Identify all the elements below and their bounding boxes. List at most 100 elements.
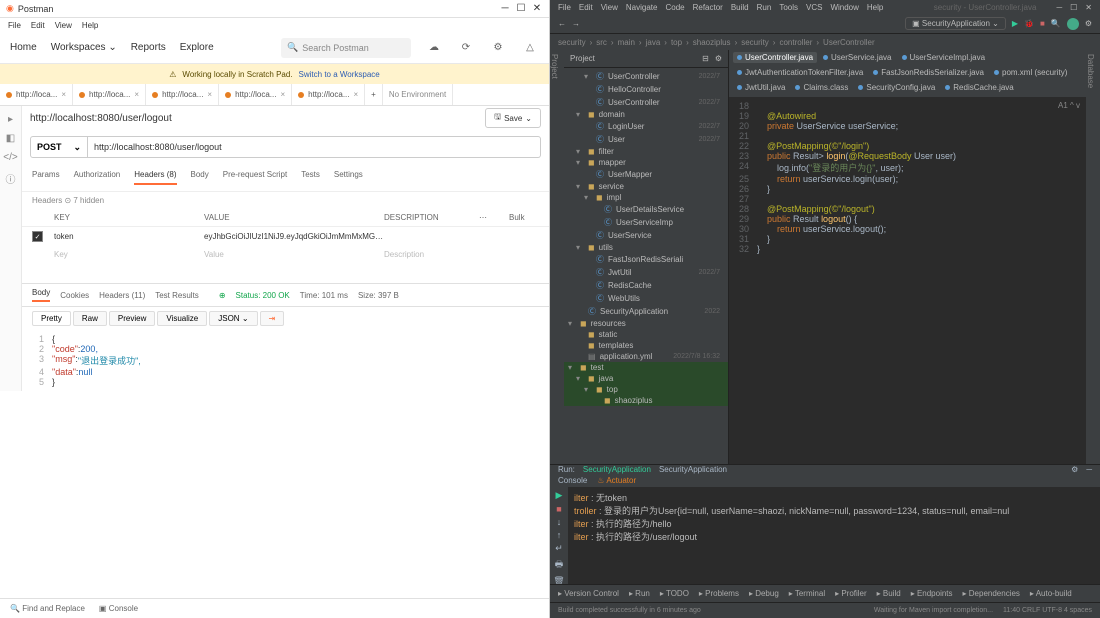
run-tab-console[interactable]: Console bbox=[558, 476, 587, 485]
bottom-tab[interactable]: ▸ Profiler bbox=[835, 589, 867, 598]
menu-vcs[interactable]: VCS bbox=[806, 3, 822, 12]
tree-item[interactable]: ⒸFastJsonRedisSeriali bbox=[564, 253, 728, 266]
tree-item[interactable]: ▾◼java bbox=[564, 373, 728, 384]
header-desc-placeholder[interactable]: Description bbox=[384, 250, 539, 259]
menu-code[interactable]: Code bbox=[665, 3, 684, 12]
search-icon[interactable]: 🔍 bbox=[1051, 19, 1061, 28]
new-tab-button[interactable]: + bbox=[365, 84, 383, 105]
bottom-tab[interactable]: ▸ Run bbox=[629, 589, 650, 598]
code-icon[interactable]: </> bbox=[3, 152, 17, 163]
tree-item[interactable]: ▾◼utils bbox=[564, 242, 728, 253]
header-key-input[interactable]: token bbox=[54, 232, 204, 241]
tree-item[interactable]: ⒸUserDetailsService bbox=[564, 203, 728, 216]
tree-item[interactable]: ▾◼service bbox=[564, 181, 728, 192]
maximize-icon[interactable]: ☐ bbox=[515, 3, 527, 14]
nav-reports[interactable]: Reports bbox=[131, 42, 166, 53]
gear-icon[interactable]: ⚙ bbox=[715, 54, 722, 63]
bottom-tab[interactable]: ▸ Endpoints bbox=[911, 589, 953, 598]
tab-authorization[interactable]: Authorization bbox=[74, 170, 121, 185]
code-editor[interactable]: A1 ^ v 1819 @Autowired20 private UserSer… bbox=[729, 97, 1086, 464]
wrap-icon[interactable]: ↵ bbox=[555, 543, 563, 554]
run-icon[interactable]: ▶ bbox=[1012, 19, 1018, 28]
console-button[interactable]: ▣ Console bbox=[99, 604, 138, 613]
tree-item[interactable]: ▾◼resources bbox=[564, 318, 728, 329]
notifications-icon[interactable]: △ bbox=[521, 39, 539, 57]
drawer-icon[interactable]: ▸ bbox=[8, 114, 13, 125]
tree-item[interactable]: ⒸUser2022/7 bbox=[564, 133, 728, 146]
menu-file[interactable]: File bbox=[558, 3, 571, 12]
view-pretty[interactable]: Pretty bbox=[32, 311, 71, 326]
request-tab[interactable]: http://loca...× bbox=[219, 84, 292, 105]
editor-tab[interactable]: SecurityConfig.java bbox=[854, 82, 939, 93]
nav-workspaces[interactable]: Workspaces ⌄ bbox=[51, 42, 117, 53]
bottom-tab[interactable]: ▸ Debug bbox=[749, 589, 779, 598]
menu-refactor[interactable]: Refactor bbox=[693, 3, 723, 12]
debug-icon[interactable]: 🐞 bbox=[1024, 19, 1034, 28]
find-replace-button[interactable]: 🔍 Find and Replace bbox=[10, 604, 85, 613]
lang-select[interactable]: JSON ⌄ bbox=[209, 311, 257, 326]
tree-item[interactable]: ▾◼domain bbox=[564, 109, 728, 120]
view-visualize[interactable]: Visualize bbox=[157, 311, 207, 326]
resp-tab-tests[interactable]: Test Results bbox=[155, 291, 199, 300]
info-icon[interactable]: ⓘ bbox=[6, 171, 16, 186]
url-input[interactable] bbox=[88, 136, 541, 158]
project-tool-tab[interactable]: Project bbox=[550, 50, 564, 464]
editor-tab[interactable]: UserService.java bbox=[819, 52, 895, 63]
bottom-tab[interactable]: ▸ Build bbox=[877, 589, 901, 598]
environment-selector[interactable]: No Environment bbox=[383, 84, 453, 105]
nav-explore[interactable]: Explore bbox=[180, 42, 214, 53]
resp-tab-body[interactable]: Body bbox=[32, 288, 50, 302]
switch-workspace-link[interactable]: Switch to a Workspace bbox=[299, 70, 380, 79]
tree-item[interactable]: ◼templates bbox=[564, 340, 728, 351]
menu-window[interactable]: Window bbox=[830, 3, 858, 12]
tab-close-icon[interactable]: × bbox=[207, 90, 212, 99]
tab-prerequest[interactable]: Pre-request Script bbox=[223, 170, 287, 185]
gear-icon[interactable]: ⚙ bbox=[1071, 465, 1078, 474]
tree-item[interactable]: ⒸUserMapper bbox=[564, 168, 728, 181]
minimize-icon[interactable]: ─ bbox=[1056, 3, 1062, 12]
tree-item[interactable]: ⒸLoginUser2022/7 bbox=[564, 120, 728, 133]
bottom-tab[interactable]: ▸ Terminal bbox=[789, 589, 825, 598]
resp-tab-headers[interactable]: Headers (11) bbox=[99, 291, 145, 300]
rerun-icon[interactable]: ▶ bbox=[556, 490, 563, 501]
http-method-select[interactable]: POST ⌄ bbox=[30, 136, 88, 158]
request-tab[interactable]: http://loca...× bbox=[146, 84, 219, 105]
tree-item[interactable]: ▾ⒸUserController2022/7 bbox=[564, 70, 728, 83]
right-tool-tab[interactable]: Database bbox=[1086, 50, 1100, 464]
minimize-icon[interactable]: ─ bbox=[499, 3, 511, 14]
menu-run[interactable]: Run bbox=[757, 3, 772, 12]
run-config-select[interactable]: ▣ SecurityApplication ⌄ bbox=[905, 17, 1006, 30]
history-icon[interactable]: ◧ bbox=[6, 133, 15, 144]
menu-file[interactable]: File bbox=[8, 21, 21, 30]
menu-view[interactable]: View bbox=[55, 21, 72, 30]
editor-tab[interactable]: Claims.class bbox=[791, 82, 852, 93]
bottom-tab[interactable]: ▸ Problems bbox=[699, 589, 739, 598]
invite-icon[interactable]: ☁ bbox=[425, 39, 443, 57]
avatar-icon[interactable] bbox=[1067, 18, 1079, 30]
tree-item[interactable]: ▾◼top bbox=[564, 384, 728, 395]
wrap-icon[interactable]: ⇥ bbox=[260, 311, 285, 326]
editor-tab[interactable]: UserController.java bbox=[733, 52, 817, 63]
bottom-tab[interactable]: ▸ TODO bbox=[660, 589, 689, 598]
header-value-placeholder[interactable]: Value bbox=[204, 250, 384, 259]
tree-item[interactable]: ⒸRedisCache bbox=[564, 279, 728, 292]
menu-view[interactable]: View bbox=[601, 3, 618, 12]
editor-tab[interactable]: UserServiceImpl.java bbox=[898, 52, 990, 63]
editor-tab[interactable]: JwtUtil.java bbox=[733, 82, 789, 93]
menu-build[interactable]: Build bbox=[731, 3, 749, 12]
tree-item[interactable]: ⒸUserService bbox=[564, 229, 728, 242]
tree-item[interactable]: ◼static bbox=[564, 329, 728, 340]
tree-item[interactable]: ⒸUserServiceImp bbox=[564, 216, 728, 229]
tree-item[interactable]: ▾◼filter bbox=[564, 146, 728, 157]
settings-icon[interactable]: ⚙ bbox=[489, 39, 507, 57]
tree-item[interactable]: ⒸSecurityApplication2022 bbox=[564, 305, 728, 318]
bottom-tab[interactable]: ▸ Auto-build bbox=[1030, 589, 1072, 598]
bottom-tab[interactable]: ▸ Version Control bbox=[558, 589, 619, 598]
forward-icon[interactable]: → bbox=[572, 19, 580, 28]
header-value-input[interactable]: eyJhbGciOiJIUzI1NiJ9.eyJqdGkiOiJmMmMxMGM… bbox=[204, 232, 384, 241]
bulk-edit-link[interactable]: Bulk bbox=[509, 213, 539, 222]
tab-body[interactable]: Body bbox=[191, 170, 209, 185]
tab-close-icon[interactable]: × bbox=[353, 90, 358, 99]
menu-edit[interactable]: Edit bbox=[579, 3, 593, 12]
maximize-icon[interactable]: ☐ bbox=[1070, 3, 1077, 12]
